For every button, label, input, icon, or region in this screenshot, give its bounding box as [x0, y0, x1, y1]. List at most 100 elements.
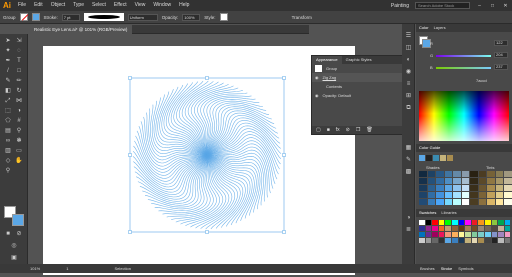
appearance-row-zigzag[interactable]: ◉ Zig Zag fx — [312, 73, 410, 82]
stroke-panel-icon[interactable]: ≣ — [404, 226, 413, 235]
r-slider[interactable] — [436, 43, 491, 45]
guide-swatch[interactable] — [478, 199, 486, 205]
swatch[interactable] — [498, 238, 504, 243]
draw-mode-icon[interactable]: ◎ — [9, 242, 19, 250]
guide-swatch[interactable] — [427, 178, 435, 184]
guide-swatch[interactable] — [427, 192, 435, 198]
guide-swatch[interactable] — [444, 178, 452, 184]
guide-swatch[interactable] — [495, 178, 503, 184]
guide-swatch[interactable] — [487, 192, 495, 198]
zoom-icon[interactable]: ⚲ — [3, 167, 13, 175]
swatch[interactable] — [465, 226, 471, 231]
swatches-grid[interactable] — [419, 220, 511, 243]
magic-wand-icon[interactable]: ✦ — [3, 47, 13, 55]
artboard-number[interactable]: 1 — [66, 266, 68, 271]
zoom-level[interactable]: 101% — [30, 266, 40, 271]
guide-swatch[interactable] — [427, 185, 435, 191]
swatch[interactable] — [498, 226, 504, 231]
swatch[interactable] — [458, 232, 465, 237]
swatch[interactable] — [451, 226, 458, 231]
guide-swatch[interactable] — [419, 171, 427, 177]
menu-file[interactable]: File — [14, 0, 30, 11]
guide-swatch[interactable] — [495, 171, 503, 177]
slice-icon[interactable]: ◇ — [3, 157, 13, 165]
visibility-eye-icon[interactable]: ◉ — [315, 93, 319, 98]
appearance-row-group[interactable]: Group — [312, 64, 410, 73]
swatch[interactable] — [438, 226, 445, 231]
zigzag-starburst-artwork[interactable] — [43, 46, 355, 275]
swatch-icon[interactable]: ▩ — [404, 168, 413, 177]
swatch[interactable] — [419, 238, 425, 243]
swatch[interactable] — [458, 220, 465, 225]
align-icon[interactable]: ⊞ — [404, 92, 413, 101]
guide-swatch[interactable] — [427, 171, 435, 177]
guide-swatch[interactable] — [419, 178, 427, 184]
opacity-field[interactable]: 100% — [182, 13, 201, 21]
color-guide-icon[interactable]: ▦ — [404, 144, 413, 153]
g-field[interactable]: 204 — [494, 52, 508, 58]
swatch[interactable] — [451, 232, 458, 237]
guide-swatch[interactable] — [487, 171, 495, 177]
guide-swatch[interactable] — [478, 192, 486, 198]
swatch[interactable] — [471, 232, 478, 237]
swatch[interactable] — [484, 220, 491, 225]
stroke-box[interactable] — [12, 214, 24, 226]
menu-view[interactable]: View — [131, 0, 150, 11]
menu-object[interactable]: Object — [47, 0, 69, 11]
guide-swatch[interactable] — [444, 185, 452, 191]
swatch[interactable] — [458, 238, 465, 243]
blend-icon[interactable]: ∞ — [3, 137, 13, 145]
swatch[interactable] — [491, 238, 498, 243]
swatch[interactable] — [504, 238, 511, 243]
guide-swatch[interactable] — [453, 199, 461, 205]
brush-profile[interactable] — [83, 13, 124, 21]
swatch[interactable] — [471, 238, 478, 243]
layers-icon[interactable]: ≡ — [404, 80, 413, 89]
swatch[interactable] — [445, 232, 451, 237]
guide-swatch[interactable] — [444, 199, 452, 205]
hex-field[interactable]: 7accd — [476, 78, 487, 83]
guide-swatch[interactable] — [495, 185, 503, 191]
eyedropper-icon[interactable]: ⚲ — [14, 127, 24, 135]
fill-swatch[interactable] — [19, 13, 28, 21]
r-field[interactable]: 122 — [494, 40, 508, 46]
close-icon[interactable]: ✕ — [502, 3, 509, 9]
swatch[interactable] — [491, 226, 498, 231]
zigzag-effect-link[interactable]: Zig Zag — [323, 75, 337, 80]
transform-label[interactable]: Transform — [292, 15, 312, 20]
appearance-row-contents[interactable]: Contents — [312, 82, 410, 91]
lasso-icon[interactable]: ◌ — [14, 47, 24, 55]
style-swatch[interactable] — [219, 13, 228, 21]
guide-swatch[interactable] — [495, 192, 503, 198]
b-field[interactable]: 237 — [494, 64, 508, 70]
tab-swatches[interactable]: Swatches — [419, 209, 436, 217]
guide-swatch[interactable] — [504, 199, 512, 205]
guide-swatch[interactable] — [461, 185, 469, 191]
swatch[interactable] — [425, 220, 432, 225]
guide-swatch[interactable] — [427, 199, 435, 205]
type-tool-icon[interactable]: T — [14, 57, 24, 65]
guide-swatch[interactable] — [478, 178, 486, 184]
swatch[interactable] — [471, 226, 478, 231]
guide-swatch[interactable] — [487, 178, 495, 184]
tab-symbols[interactable]: Symbols — [458, 264, 473, 273]
swatch[interactable] — [478, 238, 484, 243]
swatch[interactable] — [432, 238, 438, 243]
swatch[interactable] — [484, 238, 491, 243]
guide-swatch[interactable] — [470, 178, 478, 184]
swatch[interactable] — [465, 232, 471, 237]
guide-swatch[interactable] — [504, 185, 512, 191]
swatch[interactable] — [425, 238, 432, 243]
maximize-icon[interactable]: □ — [489, 3, 496, 9]
transparency-icon[interactable]: ◑ — [404, 214, 413, 223]
color-mode-icon[interactable]: ■ — [3, 230, 13, 238]
swatch[interactable] — [425, 226, 432, 231]
swatch[interactable] — [445, 226, 451, 231]
color-icon[interactable]: ◉ — [404, 68, 413, 77]
guide-swatch[interactable] — [453, 185, 461, 191]
guide-swatch[interactable] — [495, 199, 503, 205]
color-spectrum[interactable] — [419, 91, 509, 141]
swatch[interactable] — [419, 232, 425, 237]
swatch[interactable] — [491, 232, 498, 237]
swatch[interactable] — [478, 226, 484, 231]
